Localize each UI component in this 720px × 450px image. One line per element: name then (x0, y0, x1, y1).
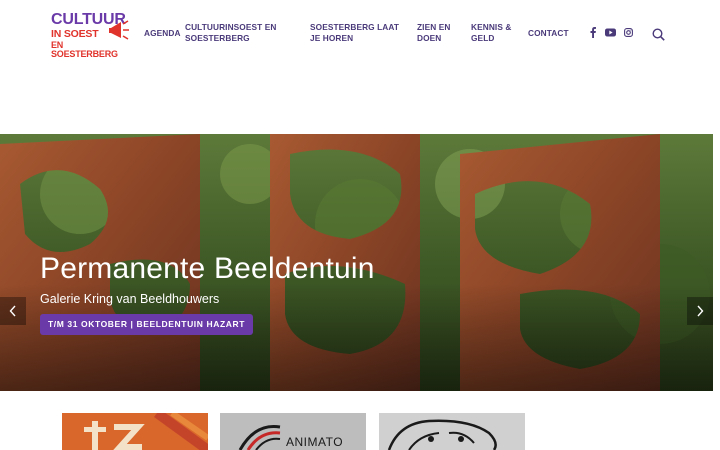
hero-subtitle: Galerie Kring van Beeldhouwers (40, 292, 220, 306)
nav-item-agenda[interactable]: AGENDA (144, 28, 181, 39)
nav-item-zien-en-doen[interactable]: ZIEN EN DOEN (417, 22, 457, 44)
nav-item-contact[interactable]: CONTACT (528, 28, 569, 39)
event-card[interactable] (62, 413, 208, 450)
card-image (62, 413, 208, 450)
site-header: CULTUUR IN SOEST EN SOESTERBERG AGENDA C… (0, 0, 720, 134)
nav-item-cultuurinsoest[interactable]: CULTUURINSOEST EN SOESTERBERG (185, 22, 295, 44)
hero-slider: Permanente Beeldentuin Galerie Kring van… (0, 134, 713, 391)
youtube-icon[interactable] (605, 28, 616, 37)
instagram-icon[interactable] (624, 28, 633, 37)
slider-prev-button[interactable] (0, 297, 26, 325)
hero-title: Permanente Beeldentuin (40, 252, 375, 285)
event-card[interactable]: ANIMATO (220, 413, 366, 450)
facebook-icon[interactable] (589, 27, 597, 38)
search-icon[interactable] (652, 28, 665, 46)
hero-date-badge[interactable]: T/M 31 OKTOBER | BEELDENTUIN HAZART (40, 314, 254, 335)
slider-next-button[interactable] (687, 297, 713, 325)
nav-item-kennis-en-geld[interactable]: KENNIS & GELD (471, 22, 513, 44)
chevron-right-icon (697, 305, 704, 317)
event-card[interactable] (379, 413, 525, 450)
nav-item-soesterberg-laat-je-horen[interactable]: SOESTERBERG LAAT JE HOREN (310, 22, 408, 44)
card-image (379, 413, 525, 450)
site-logo[interactable]: CULTUUR IN SOEST EN SOESTERBERG (51, 12, 129, 58)
chevron-left-icon (9, 305, 16, 317)
megaphone-icon (109, 20, 129, 40)
card-title: ANIMATO (286, 435, 344, 449)
